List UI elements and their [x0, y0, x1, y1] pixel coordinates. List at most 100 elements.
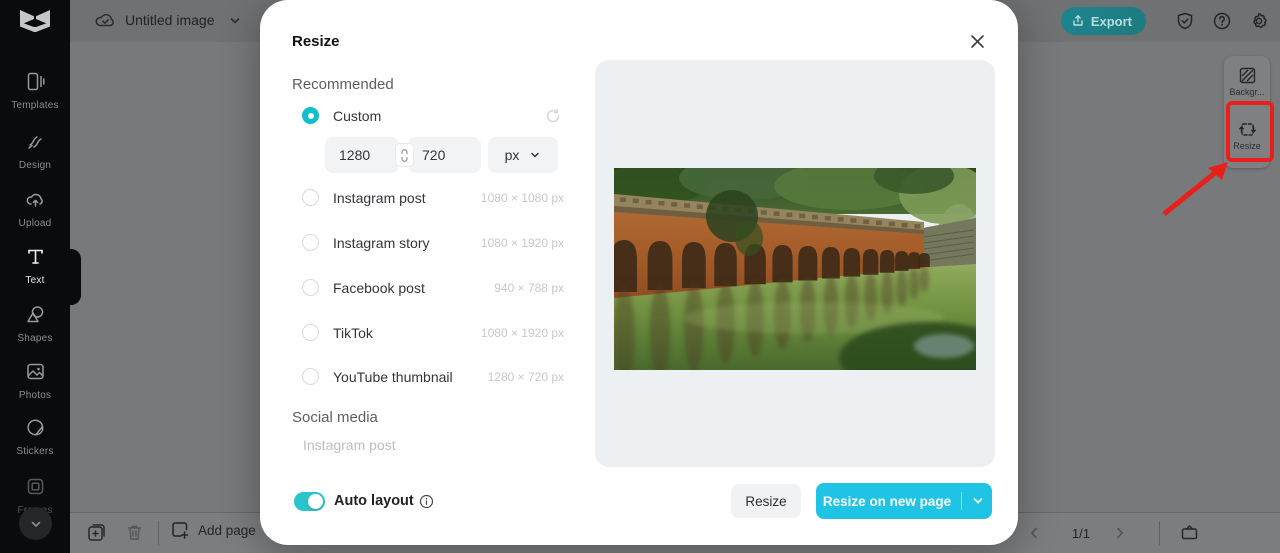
preset-label: Custom: [333, 107, 382, 124]
sidebar-item-templates[interactable]: Templates: [0, 71, 70, 113]
stickers-icon: [25, 417, 46, 438]
sidebar-collapse-button[interactable]: [19, 507, 52, 540]
sidebar-item-label: Design: [18, 160, 52, 171]
toolbar-item-label: Backgr...: [1229, 87, 1265, 97]
panel-handle[interactable]: [70, 249, 81, 305]
sidebar-item-label: Photos: [18, 390, 52, 401]
prev-page-icon[interactable]: [1026, 525, 1042, 541]
sidebar-item-label: Stickers: [16, 446, 54, 457]
left-sidebar: Templates Design Upload Text Shapes Phot…: [0, 0, 70, 553]
preset-label: YouTube thumbnail: [333, 368, 453, 385]
preset-label: Instagram story: [333, 234, 430, 251]
auto-layout-toggle[interactable]: [294, 492, 325, 511]
radio-icon: [302, 368, 319, 385]
auto-layout-label: Auto layout: [334, 493, 414, 509]
templates-icon: [25, 71, 46, 92]
sidebar-item-design[interactable]: Design: [0, 131, 70, 173]
preset-option-instagram-story[interactable]: Instagram story 1080 × 1920 px: [302, 234, 564, 251]
document-title[interactable]: Untitled image: [125, 12, 215, 28]
frames-icon: [25, 476, 46, 497]
resize-modal: Resize Recommended Custom px: [260, 0, 1018, 545]
reset-icon[interactable]: [544, 107, 562, 125]
sidebar-item-label: Shapes: [17, 333, 53, 344]
unit-dropdown[interactable]: px: [488, 137, 558, 173]
divider: [158, 521, 159, 545]
divider: [961, 492, 963, 510]
sidebar-item-label: Templates: [11, 100, 59, 111]
export-label: Export: [1090, 13, 1132, 29]
chevron-down-icon: [971, 494, 985, 508]
export-button[interactable]: Export: [1060, 7, 1146, 35]
preset-size: 1080 × 1920 px: [480, 325, 564, 340]
page-indicator: 1/1: [1071, 526, 1090, 541]
height-input[interactable]: [408, 137, 481, 173]
app-window: Templates Design Upload Text Shapes Phot…: [0, 0, 1280, 553]
annotation-highlight-box: [1226, 101, 1274, 162]
aspect-link-icon[interactable]: [396, 144, 413, 166]
preset-option-facebook-post[interactable]: Facebook post 940 × 788 px: [302, 279, 564, 296]
duplicate-page-icon[interactable]: [86, 522, 107, 543]
add-page-label: Add page: [198, 522, 256, 538]
resize-on-new-page-button[interactable]: Resize on new page: [816, 483, 992, 519]
preset-size: 1080 × 1920 px: [480, 235, 564, 250]
preview-image: [614, 168, 976, 370]
sidebar-item-stickers[interactable]: Stickers: [0, 417, 70, 459]
preset-size: 940 × 788 px: [494, 280, 564, 295]
section-recommended: Recommended: [292, 76, 394, 93]
radio-icon: [302, 324, 319, 341]
sidebar-item-text[interactable]: Text: [0, 246, 70, 288]
design-icon: [25, 131, 46, 152]
preview-panel: [595, 60, 995, 467]
preset-option-instagram-post[interactable]: Instagram post 1080 × 1080 px: [302, 189, 564, 206]
chevron-down-icon: [529, 149, 541, 161]
social-item-instagram-post[interactable]: Instagram post: [303, 437, 396, 453]
preset-option-youtube-thumbnail[interactable]: YouTube thumbnail 1280 × 720 px: [302, 368, 564, 385]
preset-label: Instagram post: [333, 189, 426, 206]
chevron-down-icon[interactable]: [228, 14, 242, 28]
shield-check-icon[interactable]: [1175, 11, 1195, 31]
modal-title: Resize: [292, 33, 340, 50]
close-icon[interactable]: [967, 31, 988, 52]
preset-size: 1080 × 1080 px: [480, 190, 564, 205]
delete-page-icon[interactable]: [124, 522, 145, 543]
upload-cloud-icon: [25, 189, 46, 210]
chevron-down-icon: [29, 517, 43, 531]
divider: [1159, 521, 1160, 545]
add-page-icon: [170, 520, 190, 540]
add-page-button[interactable]: Add page: [170, 520, 256, 540]
section-social-media: Social media: [292, 409, 378, 426]
radio-icon: [302, 279, 319, 296]
sidebar-item-label: Upload: [18, 218, 52, 229]
settings-gear-icon[interactable]: [1249, 11, 1269, 31]
unit-value: px: [504, 147, 520, 163]
sidebar-item-label: Text: [25, 275, 45, 286]
present-icon[interactable]: [1179, 522, 1200, 543]
background-icon: [1238, 66, 1257, 85]
help-icon[interactable]: [1212, 11, 1232, 31]
sidebar-item-photos[interactable]: Photos: [0, 361, 70, 403]
preset-option-custom[interactable]: Custom: [302, 107, 381, 124]
shapes-icon: [25, 304, 46, 325]
resize-button[interactable]: Resize: [731, 484, 801, 518]
toolbar-item-background[interactable]: Backgr...: [1224, 66, 1270, 97]
preset-label: Facebook post: [333, 279, 425, 296]
cloud-saved-icon: [94, 9, 117, 32]
info-icon: [419, 494, 434, 509]
capcut-logo-icon[interactable]: [17, 8, 53, 34]
radio-icon: [302, 234, 319, 251]
preset-option-tiktok[interactable]: TikTok 1080 × 1920 px: [302, 324, 564, 341]
sidebar-item-shapes[interactable]: Shapes: [0, 304, 70, 346]
preset-label: TikTok: [333, 324, 373, 341]
annotation-arrow: [1162, 162, 1228, 216]
width-input[interactable]: [325, 137, 399, 173]
radio-icon: [302, 189, 319, 206]
text-icon: [25, 246, 46, 267]
sidebar-item-upload[interactable]: Upload: [0, 189, 70, 231]
photos-icon: [25, 361, 46, 382]
resize-on-new-page-label: Resize on new page: [822, 493, 952, 509]
preview-photo-svg: [614, 168, 976, 370]
export-icon: [1071, 14, 1085, 28]
next-page-icon[interactable]: [1112, 525, 1128, 541]
radio-selected-icon: [302, 107, 319, 124]
preset-size: 1280 × 720 px: [487, 369, 564, 384]
